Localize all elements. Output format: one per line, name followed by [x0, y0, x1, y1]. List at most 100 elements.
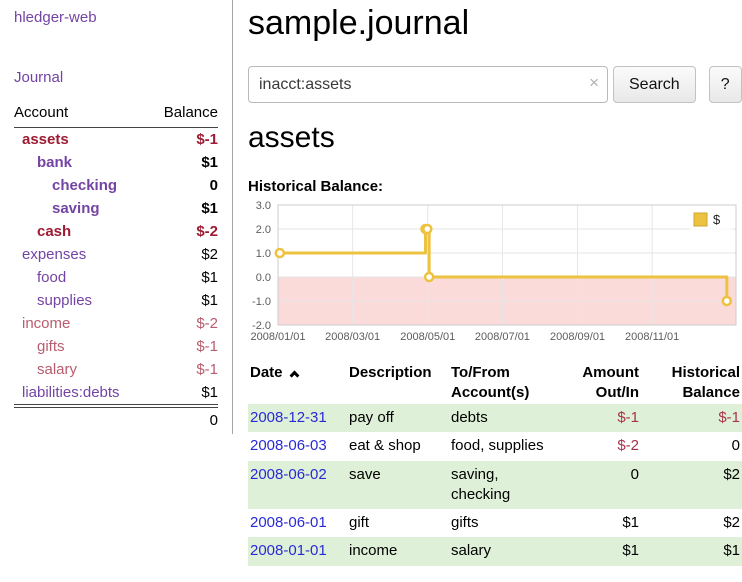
search-input[interactable]	[248, 66, 608, 103]
transaction-row: 2008-06-01 gift gifts $1 $2	[248, 509, 742, 537]
search-input-wrap: ×	[248, 66, 608, 103]
account-link-gifts[interactable]: gifts	[37, 338, 65, 355]
register-header-description: Description	[343, 361, 445, 404]
chart-title: Historical Balance:	[248, 178, 742, 195]
account-link-checking[interactable]: checking	[52, 177, 117, 194]
account-balance: $1	[149, 381, 218, 406]
account-balance: $-1	[149, 128, 218, 152]
account-row: income $-2	[14, 312, 218, 335]
transaction-description: eat & shop	[343, 432, 445, 460]
sort-ascending-icon	[289, 371, 299, 381]
transaction-description: income	[343, 537, 445, 565]
account-balance: $-2	[149, 220, 218, 243]
transaction-date-link[interactable]: 2008-12-31	[250, 409, 327, 426]
main-content: sample.journal × Search ? assets Histori…	[248, 0, 742, 566]
account-heading: assets	[248, 121, 742, 155]
account-balance: $-1	[149, 358, 218, 381]
transaction-amount: $1	[559, 537, 645, 565]
account-row: checking 0	[14, 174, 218, 197]
register-header-accounts: To/From Account(s)	[445, 361, 559, 404]
sidebar-item-journal[interactable]: Journal	[14, 69, 218, 86]
accounts-table: Account Balance assets $-1 bank $1 check…	[14, 101, 218, 432]
account-balance: $1	[149, 289, 218, 312]
accounts-total-row: 0	[14, 406, 218, 432]
transaction-row: 2008-01-01 income salary $1 $1	[248, 537, 742, 565]
account-link-bank[interactable]: bank	[37, 154, 72, 171]
transaction-description: pay off	[343, 404, 445, 432]
svg-text:$: $	[713, 212, 721, 227]
svg-text:2008/05/01: 2008/05/01	[400, 331, 455, 343]
transaction-description: save	[343, 461, 445, 510]
clear-search-icon[interactable]: ×	[589, 73, 599, 93]
transaction-amount: 0	[559, 461, 645, 510]
transaction-accounts: food, supplies	[445, 432, 559, 460]
account-row: salary $-1	[14, 358, 218, 381]
search-button[interactable]: Search	[613, 66, 696, 103]
svg-text:2008/07/01: 2008/07/01	[475, 331, 530, 343]
hledger-web-brand-link[interactable]: hledger-web	[14, 9, 218, 26]
account-row: bank $1	[14, 151, 218, 174]
account-balance: $1	[149, 151, 218, 174]
help-button[interactable]: ?	[709, 66, 742, 103]
account-link-supplies[interactable]: supplies	[37, 292, 92, 309]
transaction-balance: $1	[645, 537, 742, 565]
account-balance: $2	[149, 243, 218, 266]
account-row: liabilities:debts $1	[14, 381, 218, 406]
account-row: assets $-1	[14, 128, 218, 152]
account-link-assets[interactable]: assets	[22, 131, 69, 148]
register-header-date[interactable]: Date	[248, 361, 343, 404]
transaction-date-link[interactable]: 2008-06-01	[250, 514, 327, 531]
svg-text:2008/11/01: 2008/11/01	[625, 331, 679, 343]
account-row: cash $-2	[14, 220, 218, 243]
transaction-date-link[interactable]: 2008-06-03	[250, 437, 327, 454]
transaction-balance: $2	[645, 509, 742, 537]
account-link-liabilities-debts[interactable]: liabilities:debts	[22, 384, 120, 401]
account-row: food $1	[14, 266, 218, 289]
accounts-total: 0	[149, 406, 218, 432]
account-link-saving[interactable]: saving	[52, 200, 100, 217]
account-row: gifts $-1	[14, 335, 218, 358]
accounts-header-row: Account Balance	[14, 101, 218, 128]
register-header-amount: Amount Out/In	[559, 361, 645, 404]
account-link-income[interactable]: income	[22, 315, 70, 332]
svg-text:2008/09/01: 2008/09/01	[550, 331, 605, 343]
register-header-row: Date Description To/From Account(s) Amou…	[248, 361, 742, 404]
register-header-balance: Historical Balance	[645, 361, 742, 404]
register-table: Date Description To/From Account(s) Amou…	[248, 361, 742, 566]
accounts-header-account: Account	[14, 101, 149, 128]
search-form: × Search ?	[248, 66, 742, 103]
transaction-row: 2008-06-02 save saving, checking 0 $2	[248, 461, 742, 510]
transaction-row: 2008-12-31 pay off debts $-1 $-1	[248, 404, 742, 432]
account-balance: 0	[149, 174, 218, 197]
account-balance: $1	[149, 197, 218, 220]
transaction-accounts: gifts	[445, 509, 559, 537]
account-row: saving $1	[14, 197, 218, 220]
transaction-balance: $2	[645, 461, 742, 510]
account-link-cash[interactable]: cash	[37, 223, 71, 240]
account-link-food[interactable]: food	[37, 269, 66, 286]
register-header-date-label: Date	[250, 364, 283, 381]
transaction-row: 2008-06-03 eat & shop food, supplies $-2…	[248, 432, 742, 460]
transaction-accounts: saving, checking	[445, 461, 559, 510]
transaction-description: gift	[343, 509, 445, 537]
transaction-date-link[interactable]: 2008-06-02	[250, 466, 327, 483]
accounts-header-balance: Balance	[149, 101, 218, 128]
svg-text:2.0: 2.0	[256, 224, 271, 236]
transaction-amount: $-2	[559, 432, 645, 460]
account-row: expenses $2	[14, 243, 218, 266]
svg-text:3.0: 3.0	[256, 200, 271, 212]
transaction-balance: 0	[645, 432, 742, 460]
sidebar: hledger-web Journal Account Balance asse…	[0, 0, 233, 434]
transaction-amount: $-1	[559, 404, 645, 432]
account-row: supplies $1	[14, 289, 218, 312]
svg-text:-1.0: -1.0	[252, 296, 271, 308]
balance-chart: 3.02.01.00.0-1.0-2.02008/01/012008/03/01…	[248, 199, 742, 351]
svg-text:2008/01/01: 2008/01/01	[250, 331, 305, 343]
transaction-amount: $1	[559, 509, 645, 537]
transaction-date-link[interactable]: 2008-01-01	[250, 542, 327, 559]
svg-text:0.0: 0.0	[256, 272, 271, 284]
svg-text:2008/03/01: 2008/03/01	[325, 331, 380, 343]
account-link-salary[interactable]: salary	[37, 361, 77, 378]
transaction-accounts: debts	[445, 404, 559, 432]
account-link-expenses[interactable]: expenses	[22, 246, 86, 263]
